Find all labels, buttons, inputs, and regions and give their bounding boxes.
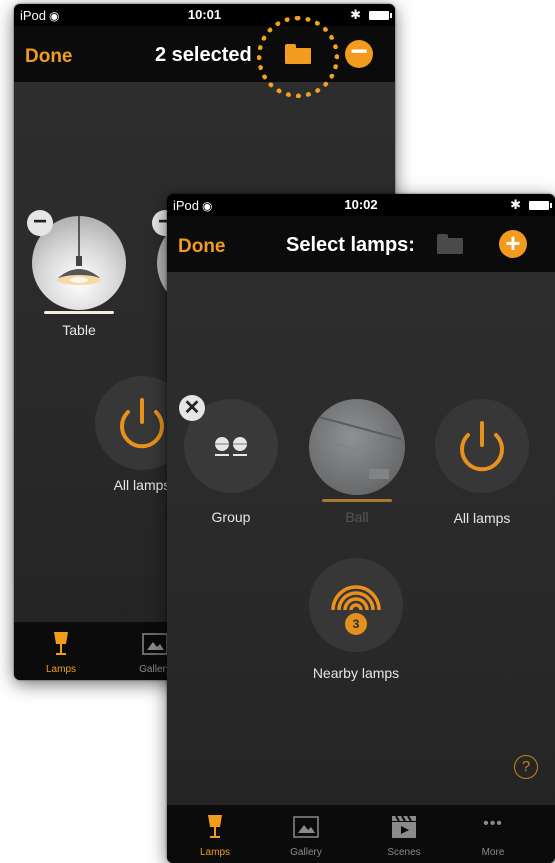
all-lamps-button[interactable] xyxy=(435,399,529,493)
lamp-ball[interactable] xyxy=(309,399,405,495)
page-title: 2 selected xyxy=(155,44,252,66)
ball-lamp-image xyxy=(314,416,402,479)
close-icon[interactable]: ✕ xyxy=(179,395,205,421)
battery-icon xyxy=(369,11,392,20)
battery-icon xyxy=(529,201,552,210)
lamp-color-bar xyxy=(322,499,392,502)
done-button[interactable]: Done xyxy=(25,46,73,68)
folder-icon xyxy=(437,234,463,254)
status-bar: iPod ◉ 10:02 ✱ xyxy=(167,194,555,216)
lamp-icon xyxy=(208,815,222,838)
tab-bar: Lamps Gallery Scenes ••• More xyxy=(167,805,555,863)
lamp-icon xyxy=(54,632,68,655)
lamp-label-table: Table xyxy=(62,322,96,338)
clock: 10:01 xyxy=(187,7,222,22)
status-bar: iPod ◉ 10:01 ✱ xyxy=(14,4,395,26)
bluetooth-icon: ✱ xyxy=(350,7,361,22)
more-icon: ••• xyxy=(483,815,503,832)
bluetooth-icon: ✱ xyxy=(510,197,521,212)
page-title: Select lamps: xyxy=(286,234,415,256)
group-label: Group xyxy=(211,509,251,525)
gallery-icon xyxy=(293,816,319,838)
gallery-icon xyxy=(142,633,168,655)
done-button[interactable]: Done xyxy=(178,236,226,258)
add-button[interactable]: + xyxy=(499,230,527,258)
nav-bar: Done Select lamps: + xyxy=(167,216,555,272)
power-icon xyxy=(460,421,504,472)
clock: 10:02 xyxy=(344,197,378,212)
highlight-ring xyxy=(257,16,339,98)
all-lamps-label: All lamps xyxy=(453,510,511,526)
lamp-label-ball: Ball xyxy=(345,509,369,525)
clapperboard-icon xyxy=(392,815,416,838)
nearby-count-badge: 3 xyxy=(345,613,367,635)
nearby-lamps-label: Nearby lamps xyxy=(312,665,400,681)
remove-button[interactable]: − xyxy=(345,37,373,68)
remove-lamp-icon[interactable]: − xyxy=(27,210,53,236)
nearby-lamps-button[interactable]: 3 xyxy=(309,558,403,652)
screen-select-lamps: iPod ◉ 10:02 ✱ Done Select lamps: + ✕ Gro… xyxy=(167,194,555,863)
help-button[interactable]: ? xyxy=(514,755,538,779)
signal-icon xyxy=(331,585,381,611)
lamp-color-bar xyxy=(44,311,114,314)
